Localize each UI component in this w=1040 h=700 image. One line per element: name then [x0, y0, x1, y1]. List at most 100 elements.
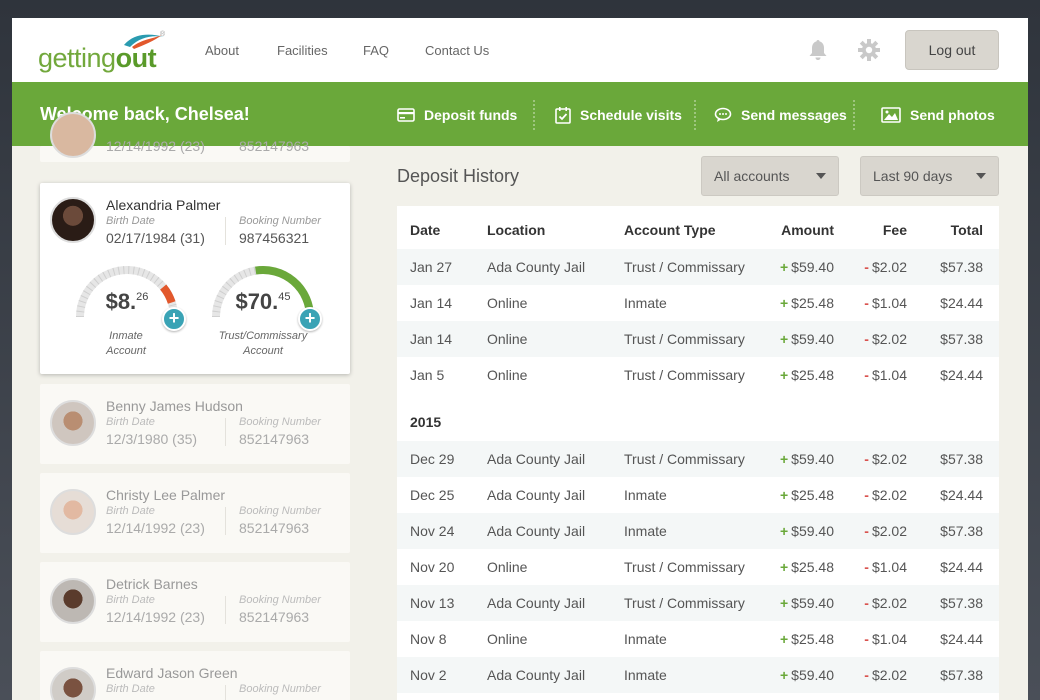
cell-account-type: Trust / Commissary	[624, 331, 745, 347]
table-row[interactable]: Dec 25 Ada County Jail Inmate + $25.48 - $2.02…	[397, 477, 999, 513]
column-header-location[interactable]: Location	[487, 222, 545, 238]
cell-account-type: Trust / Commissary	[624, 259, 745, 275]
brand-wordmark: gettingout	[38, 43, 157, 73]
cell-fee: - $1.04	[864, 631, 907, 647]
cell-location: Online	[487, 331, 528, 347]
send-photos-button[interactable]: Send photos	[881, 104, 995, 126]
inmate-name: Edward Jason Green	[106, 665, 238, 681]
inmate-card[interactable]: Christy Lee Palmer Birth Date 12/14/1992…	[40, 473, 350, 553]
inmate-card[interactable]: Benny James Hudson Birth Date 12/3/1980 …	[40, 384, 350, 464]
divider	[694, 100, 696, 130]
column-header-fee[interactable]: Fee	[883, 222, 907, 238]
booking-number-value: 987456321	[239, 230, 310, 246]
deposit-history-table: Date Location Account Type Amount Fee To…	[397, 206, 999, 700]
plus-sign: +	[779, 523, 789, 539]
birth-date-value: 12/14/1992 (23)	[106, 520, 205, 536]
inmate-name: Christy Lee Palmer	[106, 487, 226, 503]
calendar-check-icon	[555, 107, 571, 124]
cell-account-type: Inmate	[624, 631, 667, 647]
send-messages-button[interactable]: Send messages	[714, 104, 847, 126]
table-row[interactable]: Nov 20 Online Trust / Commissary + $25.48 - $1…	[397, 549, 999, 585]
inmate-name: Benny James Hudson	[106, 398, 243, 414]
avatar	[50, 489, 96, 535]
inmate-name: Alexandria Palmer	[106, 197, 221, 213]
cell-account-type: Inmate	[624, 487, 667, 503]
booking-number-value: 852147963	[239, 609, 310, 625]
table-row[interactable]: Jan 5 Online Trust / Commissary + $25.48 - $1.…	[397, 357, 999, 393]
inmate-card[interactable]: Detrick Barnes Birth Date 12/14/1992 (23…	[40, 562, 350, 642]
inmate-card-active[interactable]: Alexandria Palmer Birth Date 02/17/1984 …	[40, 183, 350, 374]
cell-location: Online	[487, 367, 528, 383]
column-header-total[interactable]: Total	[951, 222, 983, 238]
birth-date-label: Birth Date	[106, 416, 155, 428]
cell-fee: - $1.04	[864, 367, 907, 383]
birth-date-value: 12/14/1992 (23)	[106, 609, 205, 625]
table-row[interactable]: Nov 13 Ada County Jail Trust / Commissary +…	[397, 585, 999, 621]
chevron-down-icon	[976, 173, 986, 179]
logout-button[interactable]: Log out	[905, 30, 999, 70]
nav-about[interactable]: About	[205, 43, 239, 58]
divider	[225, 685, 226, 700]
avatar	[50, 578, 96, 624]
cell-amount: + $25.48	[779, 559, 834, 575]
nav-contact-us[interactable]: Contact Us	[425, 43, 489, 58]
cell-total: $24.44	[940, 367, 983, 383]
cell-date: Dec 29	[410, 451, 455, 467]
column-header-amount[interactable]: Amount	[781, 222, 834, 238]
cell-account-type: Trust / Commissary	[624, 595, 745, 611]
gear-icon[interactable]	[857, 38, 881, 62]
minus-sign: -	[864, 367, 869, 383]
divider	[225, 507, 226, 535]
schedule-visits-button[interactable]: Schedule visits	[555, 104, 682, 126]
inmate-card[interactable]: Edward Jason Green Birth Date Booking Nu…	[40, 651, 350, 700]
minus-sign: -	[864, 295, 869, 311]
table-row[interactable]: Nov 2 Ada County Jail Inmate + $59.40 - $2.02 $…	[397, 657, 999, 693]
table-row[interactable]: Nov 8 Online Inmate + $25.48 - $1.04 $24.44	[397, 621, 999, 657]
account-filter-select[interactable]: All accounts	[701, 156, 839, 196]
chevron-down-icon	[816, 173, 826, 179]
cell-amount: + $59.40	[779, 259, 834, 275]
page-title: Deposit History	[397, 166, 520, 186]
table-row[interactable]: Jan 27 Ada County Jail Trust / Commissary +…	[397, 249, 999, 285]
table-row[interactable]: Jan 14 Online Trust / Commissary + $59.40 - $2…	[397, 321, 999, 357]
plus-sign: +	[779, 487, 789, 503]
table-row[interactable]: Nov 24 Ada County Jail Inmate + $59.40 - $2.02…	[397, 513, 999, 549]
send-photos-label: Send photos	[910, 107, 995, 123]
cell-fee: - $1.04	[864, 559, 907, 575]
birth-date-value: 02/17/1984 (31)	[106, 230, 205, 246]
cell-total: $24.44	[940, 559, 983, 575]
cell-total: $57.38	[940, 667, 983, 683]
birth-date-label: Birth Date	[106, 505, 155, 517]
nav-faq[interactable]: FAQ	[363, 43, 389, 58]
cell-amount: + $59.40	[779, 667, 834, 683]
gettingout-logo[interactable]: ® gettingout	[38, 31, 168, 75]
table-row[interactable]: Dec 29 Ada County Jail Trust / Commissary +…	[397, 441, 999, 477]
booking-number-value: 852147963	[239, 138, 310, 154]
add-funds-trust-button[interactable]: +	[298, 307, 322, 331]
inmate-card-partial[interactable]: 12/14/1992 (23) 852147963	[40, 112, 350, 162]
cell-date: Nov 13	[410, 595, 455, 611]
minus-sign: -	[864, 595, 869, 611]
booking-number-label: Booking Number	[239, 594, 321, 606]
cell-account-type: Inmate	[624, 667, 667, 683]
table-row[interactable]: Jan 14 Online Inmate + $25.48 - $1.04 $24.44	[397, 285, 999, 321]
plus-sign: +	[779, 259, 789, 275]
add-funds-inmate-button[interactable]: +	[162, 307, 186, 331]
cell-location: Online	[487, 559, 528, 575]
date-range-value: Last 90 days	[873, 168, 953, 184]
bell-icon[interactable]	[806, 38, 830, 62]
avatar	[50, 667, 96, 700]
chat-bubble-icon	[714, 107, 732, 122]
cell-date: Jan 27	[410, 259, 453, 275]
column-header-account-type[interactable]: Account Type	[624, 222, 716, 238]
deposit-funds-button[interactable]: Deposit funds	[397, 104, 517, 126]
column-header-date[interactable]: Date	[410, 222, 440, 238]
cell-fee: - $2.02	[864, 595, 907, 611]
booking-number-label: Booking Number	[239, 505, 321, 517]
minus-sign: -	[864, 667, 869, 683]
divider	[225, 217, 226, 245]
nav-facilities[interactable]: Facilities	[277, 43, 328, 58]
cell-total: $24.44	[940, 295, 983, 311]
cell-account-type: Trust / Commissary	[624, 367, 745, 383]
date-range-select[interactable]: Last 90 days	[860, 156, 999, 196]
